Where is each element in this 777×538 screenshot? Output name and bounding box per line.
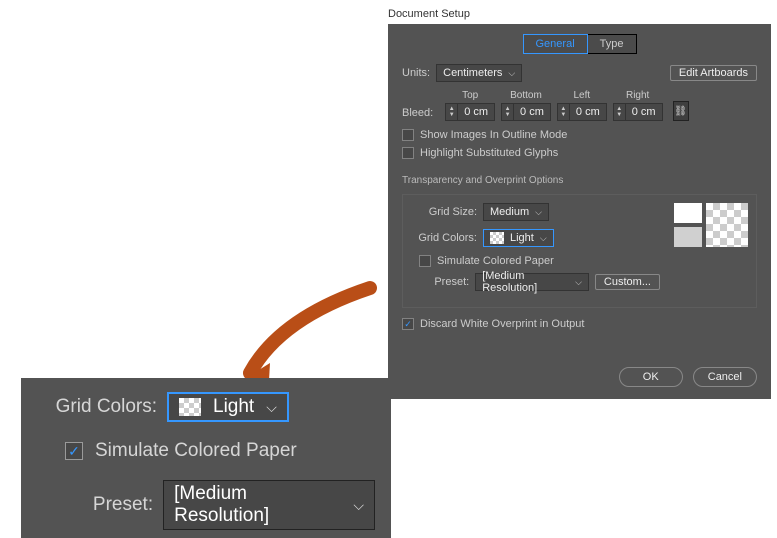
- bleed-right-label: Right: [626, 90, 649, 101]
- highlight-glyphs-label: Highlight Substituted Glyphs: [420, 147, 558, 159]
- transparency-section-title: Transparency and Overprint Options: [402, 175, 757, 186]
- edit-artboards-button[interactable]: Edit Artboards: [670, 65, 757, 81]
- swatch-gray[interactable]: [674, 227, 702, 247]
- zoom-simulate-label: Simulate Colored Paper: [95, 440, 297, 462]
- preset-select[interactable]: [Medium Resolution] ⌵: [475, 273, 589, 291]
- show-outline-checkbox[interactable]: [402, 129, 414, 141]
- simulate-colored-paper-label: Simulate Colored Paper: [437, 255, 554, 267]
- bleed-bottom-input[interactable]: ▲▼ 0 cm: [501, 103, 551, 121]
- zoom-panel: Grid Colors: Light ⌵ ✓ Simulate Colored …: [21, 378, 391, 538]
- bleed-label: Bleed:: [402, 107, 433, 119]
- transparency-options: Grid Size: Medium ⌵ Grid Colors: Light ⌵…: [402, 194, 757, 308]
- grid-colors-label: Grid Colors:: [411, 232, 477, 244]
- highlight-glyphs-checkbox[interactable]: [402, 147, 414, 159]
- grid-colors-select[interactable]: Light ⌵: [483, 229, 554, 247]
- checker-swatch-icon: [179, 398, 201, 416]
- zoom-preset-select[interactable]: [Medium Resolution] ⌵: [163, 480, 375, 530]
- simulate-colored-paper-checkbox[interactable]: [419, 255, 431, 267]
- units-value: Centimeters: [443, 67, 502, 79]
- dialog-title: Document Setup: [388, 8, 470, 20]
- custom-button[interactable]: Custom...: [595, 274, 660, 290]
- units-select[interactable]: Centimeters ⌵: [436, 64, 522, 82]
- show-outline-label: Show Images In Outline Mode: [420, 129, 567, 141]
- zoom-preset-label: Preset:: [29, 494, 153, 516]
- chevron-down-icon: ⌵: [535, 207, 542, 218]
- checker-preview: [706, 203, 748, 247]
- swatch-white[interactable]: [674, 203, 702, 223]
- units-label: Units:: [402, 67, 430, 79]
- bleed-top-label: Top: [462, 90, 478, 101]
- chevron-down-icon: ⌵: [353, 497, 364, 514]
- chevron-down-icon: ⌵: [540, 233, 547, 244]
- chevron-down-icon: ⌵: [266, 399, 277, 416]
- bleed-left-input[interactable]: ▲▼ 0 cm: [557, 103, 607, 121]
- tab-general[interactable]: General: [523, 34, 588, 54]
- document-setup-dialog: General Type Units: Centimeters ⌵ Edit A…: [388, 24, 771, 399]
- bleed-right-input[interactable]: ▲▼ 0 cm: [613, 103, 663, 121]
- bleed-bottom-label: Bottom: [510, 90, 542, 101]
- chevron-down-icon: ⌵: [508, 68, 515, 79]
- cancel-button[interactable]: Cancel: [693, 367, 757, 387]
- link-bleed-icon[interactable]: ⛓: [673, 101, 689, 121]
- discard-white-checkbox[interactable]: ✓: [402, 318, 414, 330]
- bleed-top-input[interactable]: ▲▼ 0 cm: [445, 103, 495, 121]
- bleed-left-label: Left: [573, 90, 590, 101]
- chevron-down-icon: ⌵: [575, 277, 582, 288]
- tab-type[interactable]: Type: [588, 34, 637, 54]
- preset-label: Preset:: [411, 276, 469, 288]
- zoom-simulate-checkbox[interactable]: ✓: [65, 442, 83, 460]
- grid-size-label: Grid Size:: [411, 206, 477, 218]
- grid-size-select[interactable]: Medium ⌵: [483, 203, 549, 221]
- tab-bar: General Type: [402, 34, 757, 54]
- zoom-grid-colors-select[interactable]: Light ⌵: [167, 392, 289, 422]
- checker-swatch-icon: [490, 232, 504, 244]
- zoom-grid-colors-label: Grid Colors:: [29, 396, 157, 418]
- discard-white-label: Discard White Overprint in Output: [420, 318, 584, 330]
- ok-button[interactable]: OK: [619, 367, 683, 387]
